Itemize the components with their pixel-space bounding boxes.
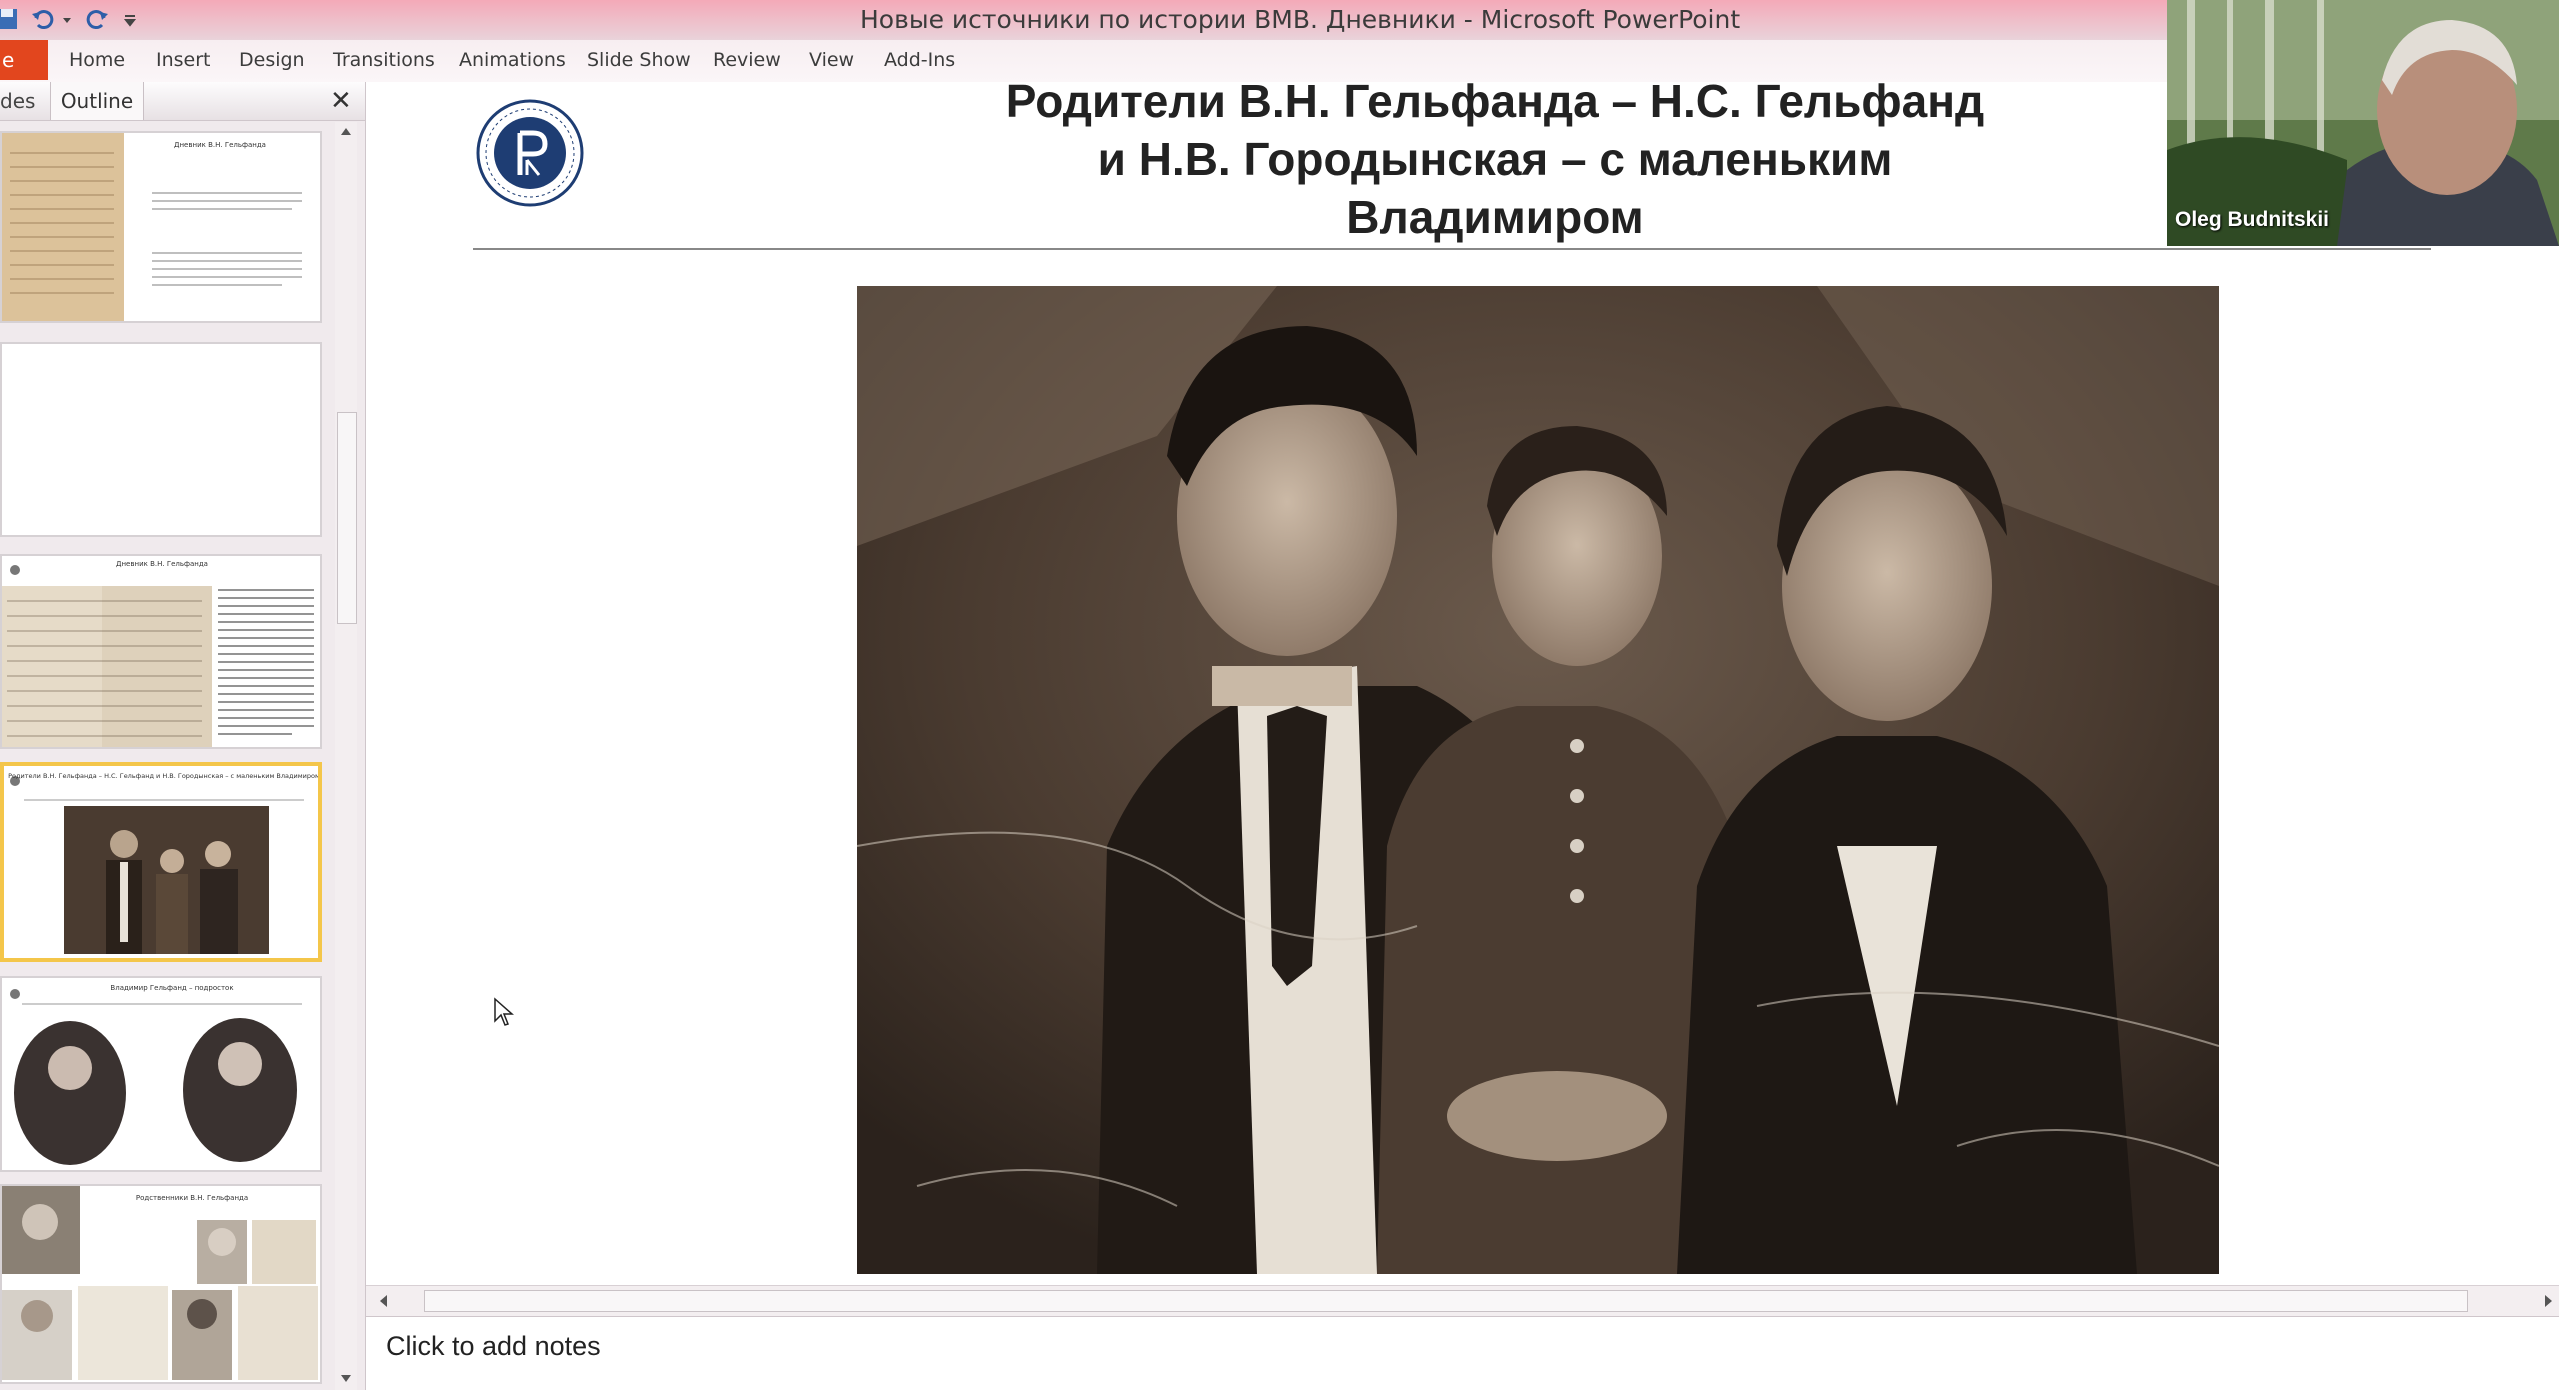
scroll-down-icon[interactable] <box>340 1374 352 1384</box>
slide-6-title: Родственники В.Н. Гельфанда <box>136 1194 248 1202</box>
slide-title-line-3: Владимиром <box>1346 191 1644 243</box>
slide-horizontal-scrollbar[interactable] <box>366 1285 2559 1316</box>
slide-thumbnail-4[interactable]: Родители В.Н. Гельфанда – Н.С. Гельфанд … <box>0 762 322 962</box>
slide-thumbnail-6[interactable]: Родственники В.Н. Гельфанда <box>0 1184 322 1384</box>
slides-pane: des Outline ✕ Дневник В.Н. Гельфанда Дне… <box>0 82 366 1390</box>
mouse-cursor-icon <box>494 997 514 1026</box>
tab-outline[interactable]: Outline <box>50 82 144 120</box>
slide-5-preview: Владимир Гельфанд – подросток <box>10 984 302 1165</box>
tab-transitions[interactable]: Transitions <box>333 49 435 71</box>
undo-dropdown-icon[interactable] <box>60 6 74 32</box>
tab-add-ins[interactable]: Add-Ins <box>884 49 955 71</box>
window-title: Новые источники по истории ВМВ. Дневники… <box>860 5 1741 34</box>
undo-icon[interactable] <box>30 6 56 32</box>
horizontal-scrollbar-thumb[interactable] <box>424 1290 2468 1312</box>
slide-title-line-2: и Н.В. Городынская – с маленьким <box>1097 133 1893 185</box>
scroll-left-icon[interactable] <box>378 1294 388 1308</box>
notes-placeholder: Click to add notes <box>386 1331 601 1361</box>
slide-4-title: Родители В.Н. Гельфанда – Н.С. Гельфанд … <box>8 772 318 780</box>
slide-4-preview: Родители В.Н. Гельфанда – Н.С. Гельфанд … <box>8 772 318 954</box>
slide-thumbnail-1[interactable]: Дневник В.Н. Гельфанда <box>0 131 322 323</box>
slide-3-preview: Дневник В.Н. Гельфанда <box>2 560 314 747</box>
save-icon[interactable] <box>0 6 20 32</box>
tab-slides[interactable]: des <box>0 89 35 113</box>
slide-3-title: Дневник В.Н. Гельфанда <box>116 560 208 568</box>
slide-1-preview: Дневник В.Н. Гельфанда <box>2 133 302 321</box>
hse-university-logo <box>476 99 584 207</box>
slide-1-title: Дневник В.Н. Гельфанда <box>174 141 266 149</box>
tab-review[interactable]: Review <box>713 49 781 71</box>
scrollbar-thumb[interactable] <box>337 412 357 624</box>
tab-view[interactable]: View <box>809 49 854 71</box>
webcam-video: Oleg Budnitskii <box>2167 0 2559 246</box>
slide-title-line-1: Родители В.Н. Гельфанда – Н.С. Гельфанд <box>1005 75 1985 127</box>
close-pane-icon[interactable]: ✕ <box>330 86 352 116</box>
pane-tabs: des Outline ✕ <box>0 82 365 121</box>
participant-name: Oleg Budnitskii <box>2175 208 2330 231</box>
scroll-right-icon[interactable] <box>2544 1294 2554 1308</box>
slide-thumbnail-2[interactable] <box>0 342 322 537</box>
slide-title[interactable]: Родители В.Н. Гельфанда – Н.С. Гельфанд … <box>850 72 2140 246</box>
redo-icon[interactable] <box>84 6 110 32</box>
tab-design[interactable]: Design <box>239 49 305 71</box>
slide-6-preview: Родственники В.Н. Гельфанда <box>2 1186 318 1380</box>
family-photo[interactable] <box>857 286 2219 1274</box>
slides-pane-scrollbar[interactable] <box>335 122 357 1390</box>
customize-toolbar-icon[interactable] <box>122 6 138 32</box>
tab-slide-show[interactable]: Slide Show <box>587 49 691 71</box>
scroll-up-icon[interactable] <box>340 126 352 136</box>
slide-thumbnail-3[interactable]: Дневник В.Н. Гельфанда <box>0 554 322 749</box>
file-tab[interactable]: e <box>0 40 48 80</box>
tab-home[interactable]: Home <box>69 49 125 71</box>
tab-insert[interactable]: Insert <box>156 49 211 71</box>
slide-thumbnail-5[interactable]: Владимир Гельфанд – подросток <box>0 976 322 1172</box>
tab-animations[interactable]: Animations <box>459 49 566 71</box>
notes-pane[interactable]: Click to add notes <box>366 1316 2559 1391</box>
title-divider <box>473 248 2431 250</box>
slide-5-title: Владимир Гельфанд – подросток <box>110 984 233 992</box>
